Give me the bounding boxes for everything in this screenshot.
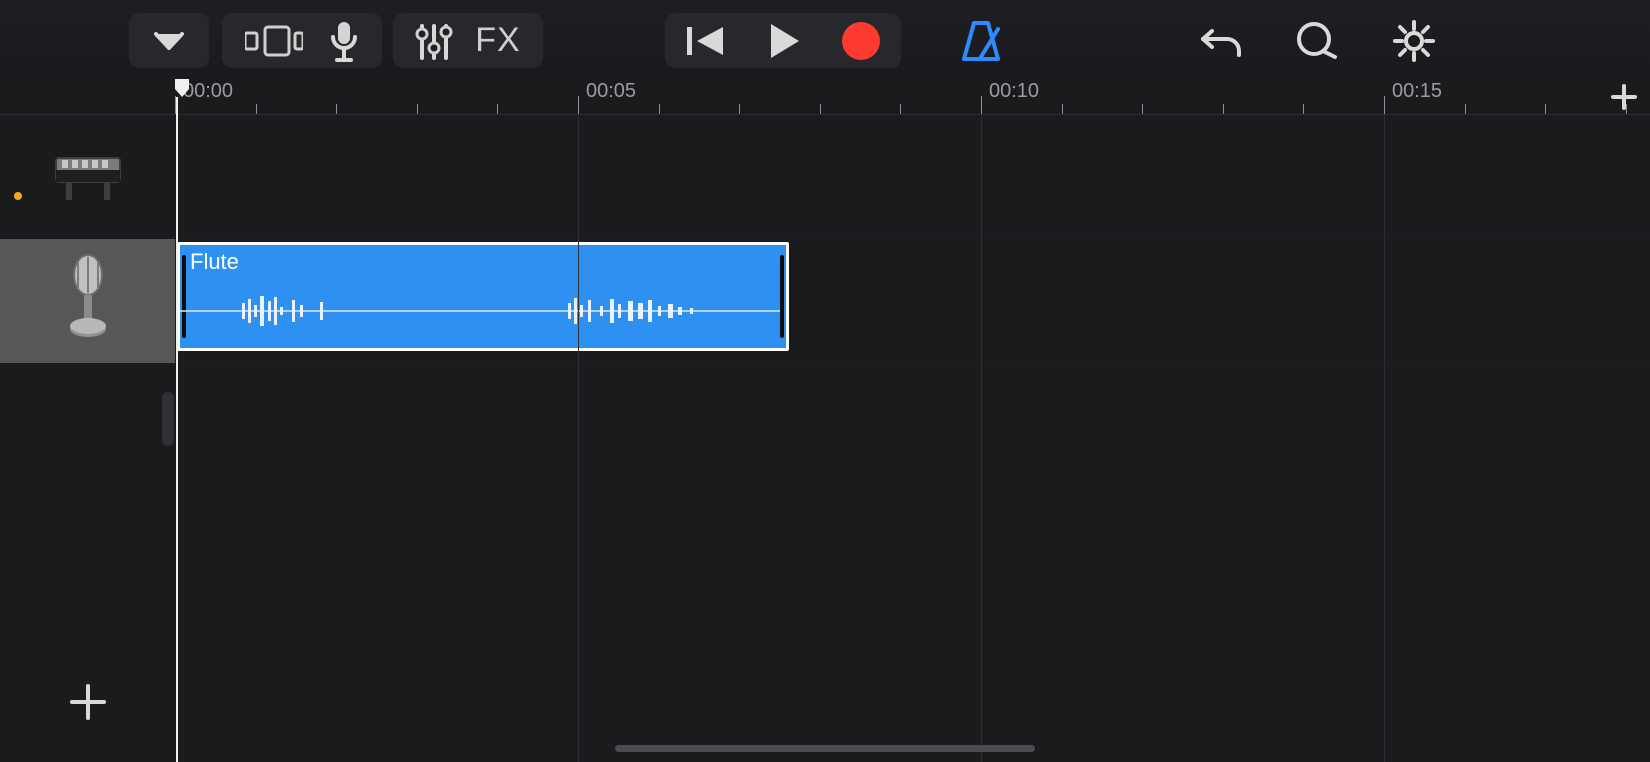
condenser-mic-icon xyxy=(62,253,114,349)
add-track-button[interactable] xyxy=(0,642,175,762)
audio-region-flute[interactable]: Flute xyxy=(177,242,789,351)
ruler-tick-major xyxy=(981,96,982,114)
metronome-button[interactable] xyxy=(953,13,1009,68)
track-header-piano[interactable] xyxy=(0,114,175,239)
ruler-label: 00:15 xyxy=(1392,80,1442,103)
tracks-view-icon[interactable] xyxy=(245,23,303,59)
region-trim-handle-right[interactable] xyxy=(780,255,784,338)
ruler-label: 00:05 xyxy=(586,80,636,103)
plus-icon xyxy=(68,682,108,722)
transport-group xyxy=(665,13,901,68)
microphone-input-icon[interactable] xyxy=(329,19,359,63)
ruler-tick-minor xyxy=(1303,104,1304,114)
playhead-line[interactable] xyxy=(176,97,178,762)
chevron-down-icon xyxy=(152,30,186,52)
gear-icon xyxy=(1392,19,1436,63)
view-and-input-group xyxy=(222,13,382,68)
add-section-button[interactable] xyxy=(1604,82,1644,112)
ruler-tick-minor xyxy=(336,104,337,114)
ruler-tick-major xyxy=(578,96,579,114)
playhead-marker[interactable] xyxy=(175,79,193,97)
ruler-tick-minor xyxy=(497,104,498,114)
ruler-tick-minor xyxy=(1223,104,1224,114)
ruler-tick-minor xyxy=(1545,104,1546,114)
home-indicator xyxy=(615,745,1035,752)
metronome-icon xyxy=(958,19,1004,63)
ruler-tick-minor xyxy=(1062,104,1063,114)
undo-button[interactable] xyxy=(1194,13,1248,68)
gridline xyxy=(981,114,982,762)
ruler-tick-minor xyxy=(1142,104,1143,114)
timeline-ruler[interactable]: 00:0000:0500:1000:15 xyxy=(175,78,1650,114)
plus-icon xyxy=(1611,84,1637,110)
controls-and-fx-group: FX xyxy=(393,13,543,68)
track-header-audio[interactable] xyxy=(0,239,175,364)
region-title: Flute xyxy=(190,249,239,275)
ruler-tick-minor xyxy=(1465,104,1466,114)
record-button[interactable] xyxy=(841,21,881,61)
loop-button[interactable] xyxy=(1288,13,1344,68)
track-header-list xyxy=(0,114,175,364)
play-button[interactable] xyxy=(767,22,801,60)
waveform-icon xyxy=(180,291,780,331)
lane-audio[interactable]: Flute xyxy=(175,239,1650,364)
settings-button[interactable] xyxy=(1386,13,1442,68)
my-songs-dropdown-button[interactable] xyxy=(129,13,209,68)
timeline-lanes[interactable]: Flute xyxy=(175,114,1650,762)
gridline xyxy=(1384,114,1385,762)
ruler-label: 00:10 xyxy=(989,80,1039,103)
lane-piano[interactable] xyxy=(175,114,1650,239)
ruler-tick-minor xyxy=(659,104,660,114)
fx-button[interactable]: FX xyxy=(475,21,520,60)
ruler-tick-minor xyxy=(256,104,257,114)
ruler-tick-major xyxy=(1384,96,1385,114)
toolbar: FX xyxy=(0,0,1650,78)
goto-start-button[interactable] xyxy=(685,23,727,59)
track-status-dot xyxy=(14,192,22,200)
ruler-tick-minor xyxy=(739,104,740,114)
track-controls-icon[interactable] xyxy=(415,20,453,62)
vertical-scroll-thumb[interactable] xyxy=(162,392,174,446)
gridline xyxy=(578,114,579,762)
loop-icon xyxy=(1293,21,1339,61)
ruler-tick-minor xyxy=(900,104,901,114)
undo-icon xyxy=(1199,23,1243,59)
ruler-tick-minor xyxy=(820,104,821,114)
piano-instrument-icon xyxy=(50,148,126,204)
ruler-tick-minor xyxy=(417,104,418,114)
